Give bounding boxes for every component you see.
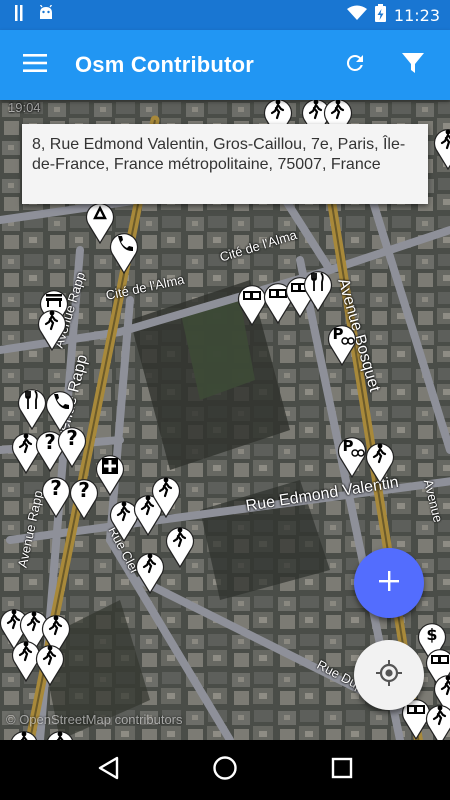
- poi-marker-cross-icon[interactable]: [94, 450, 126, 497]
- gps-locate-icon: [375, 659, 403, 692]
- back-button[interactable]: [78, 740, 138, 800]
- address-popup[interactable]: 8, Rue Edmond Valentin, Gros-Caillou, 7e…: [22, 124, 428, 204]
- poi-marker-fork-icon[interactable]: [302, 266, 334, 313]
- filter-icon: [401, 51, 425, 80]
- android-icon: [38, 4, 54, 26]
- poi-marker-walk-icon[interactable]: [36, 305, 68, 352]
- map-attribution: © OpenStreetMap contributors: [6, 712, 183, 727]
- refresh-icon: [343, 51, 367, 80]
- clock: 11:23: [393, 5, 440, 25]
- recents-button[interactable]: [312, 740, 372, 800]
- poi-marker-question-icon[interactable]: ?: [56, 422, 88, 469]
- svg-text:?: ?: [44, 430, 56, 454]
- street-label-partial: 19:04: [8, 100, 41, 115]
- locate-me-button[interactable]: [354, 640, 424, 710]
- battery-charging-icon: [374, 3, 386, 27]
- home-icon: [212, 755, 238, 786]
- svg-text:?: ?: [66, 426, 78, 450]
- back-icon: [97, 756, 119, 785]
- refresh-button[interactable]: [326, 30, 384, 100]
- notification-icon: [14, 4, 24, 26]
- filter-button[interactable]: [384, 30, 442, 100]
- home-button[interactable]: [195, 740, 255, 800]
- poi-marker-walk-icon[interactable]: [364, 438, 396, 485]
- poi-marker-parkbike-icon[interactable]: P: [326, 320, 358, 367]
- app-title: Osm Contributor: [75, 52, 254, 77]
- hamburger-icon: [23, 53, 47, 77]
- svg-text:$: $: [426, 625, 437, 644]
- plus-icon: [379, 570, 399, 596]
- status-bar: 11:23: [0, 0, 450, 30]
- poi-marker-walk-icon[interactable]: [44, 726, 76, 740]
- menu-button[interactable]: [0, 30, 70, 100]
- svg-text:?: ?: [50, 476, 62, 500]
- poi-marker-phone-icon[interactable]: [108, 228, 140, 275]
- poi-marker-walk-icon[interactable]: [8, 726, 40, 740]
- poi-marker-walk-icon[interactable]: [150, 472, 182, 519]
- poi-marker-walk-icon[interactable]: [164, 522, 196, 569]
- wifi-icon: [346, 5, 367, 26]
- poi-marker-walk-icon[interactable]: [34, 640, 66, 687]
- poi-marker-walk-icon[interactable]: [432, 124, 450, 171]
- svg-text:?: ?: [78, 478, 90, 502]
- add-poi-button[interactable]: [354, 548, 424, 618]
- system-nav-bar: [0, 740, 450, 800]
- app-bar: Osm Contributor: [0, 30, 450, 100]
- poi-marker-walk-icon[interactable]: [134, 548, 166, 595]
- map-view[interactable]: 19:04 Cité de l'Alma Cité de l'Alma Aven…: [0, 100, 450, 740]
- poi-marker-walk-icon[interactable]: [424, 700, 450, 740]
- recents-icon: [331, 757, 353, 784]
